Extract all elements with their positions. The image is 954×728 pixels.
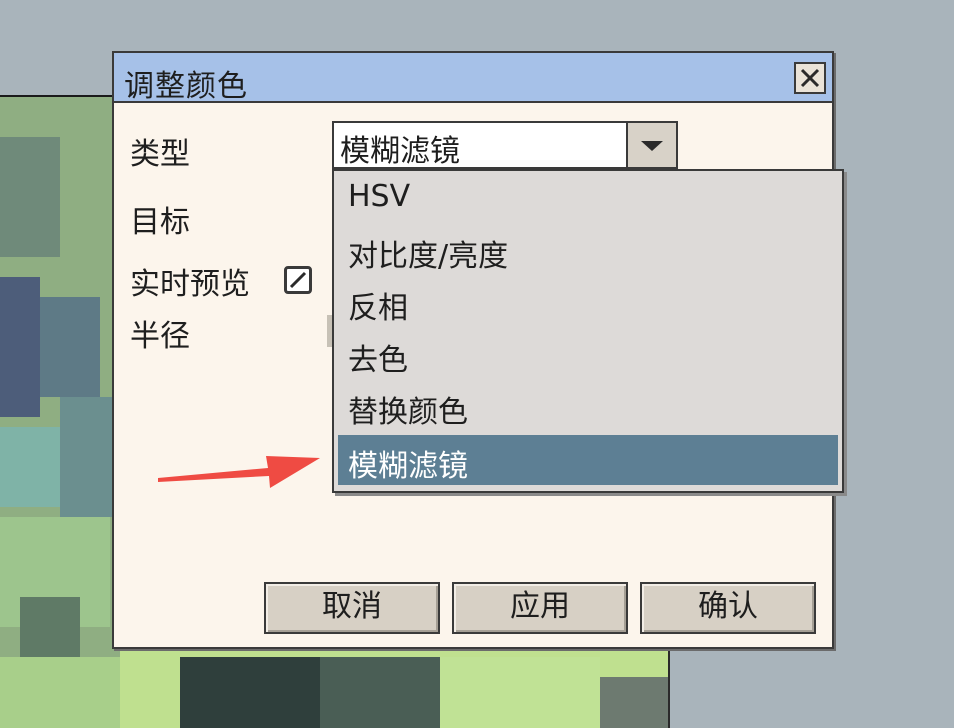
type-select-dropdown-button[interactable] (626, 121, 678, 169)
radius-label: 半径 (130, 319, 190, 354)
confirm-button[interactable]: 确认 (640, 582, 816, 634)
dialog-title: 调整颜色 (124, 69, 248, 104)
cancel-button[interactable]: 取消 (264, 582, 440, 634)
target-label: 目标 (130, 205, 190, 240)
option-hsv[interactable]: HSV (338, 173, 838, 223)
option-desaturate[interactable]: 去色 (338, 329, 838, 379)
close-icon (800, 68, 820, 88)
type-label: 类型 (130, 137, 190, 172)
apply-button[interactable]: 应用 (452, 582, 628, 634)
type-dropdown-list: HSV 对比度/亮度 反相 去色 替换颜色 模糊滤镜 (332, 169, 844, 493)
option-contrast-brightness[interactable]: 对比度/亮度 (338, 225, 838, 275)
option-blur-filter[interactable]: 模糊滤镜 (338, 435, 838, 485)
option-invert[interactable]: 反相 (338, 277, 838, 327)
triangle-down-icon (641, 141, 663, 151)
live-preview-checkbox[interactable] (284, 266, 312, 294)
type-select-value[interactable]: 模糊滤镜 (332, 121, 628, 169)
live-preview-label: 实时预览 (130, 267, 250, 302)
option-replace-color[interactable]: 替换颜色 (338, 381, 838, 431)
dialog-titlebar[interactable]: 调整颜色 (114, 53, 832, 104)
adjust-color-dialog: 调整颜色 类型 目标 实时预览 半径 模糊滤镜 HSV 对比度/亮度 反相 去色… (112, 51, 844, 649)
type-select[interactable]: 模糊滤镜 (332, 121, 678, 169)
checkmark-icon (289, 271, 307, 289)
close-button[interactable] (794, 62, 826, 94)
red-arrow-icon (158, 456, 320, 488)
